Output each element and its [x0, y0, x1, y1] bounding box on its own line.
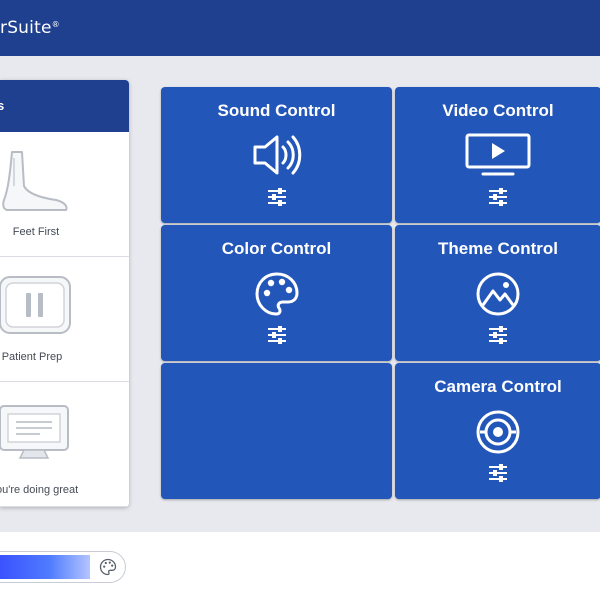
sidebar-item-label: Feet First	[12, 226, 60, 238]
settings-sliders-icon[interactable]	[267, 325, 287, 345]
sidebar-item-label: ou're doing great	[0, 484, 79, 496]
sidebar-title: s	[0, 98, 5, 113]
brand-logo: rSuite®	[0, 18, 60, 38]
sidebar-header: s	[0, 80, 129, 132]
brand-text: rSuite	[0, 18, 52, 38]
app-header: rSuite®	[0, 0, 600, 56]
brand-mark: ®	[51, 20, 60, 29]
tile-camera-control[interactable]: Camera Control	[395, 363, 600, 499]
tv-play-icon	[465, 133, 531, 176]
color-selector-bar[interactable]	[0, 551, 126, 583]
sidebar: s Feet First Patient Prep ou're doing gr…	[0, 80, 129, 507]
settings-sliders-icon[interactable]	[488, 463, 508, 483]
sidebar-item-feet-first[interactable]: Feet First	[0, 132, 129, 257]
tile-sound-control[interactable]: Sound Control	[161, 87, 392, 223]
tile-video-control[interactable]: Video Control	[395, 87, 600, 223]
tile-title: Camera Control	[434, 377, 562, 396]
sidebar-item-patient-prep[interactable]: Patient Prep	[0, 257, 129, 382]
tile-title: Sound Control	[217, 101, 336, 120]
camera-icon	[476, 410, 520, 454]
tile-title: Color Control	[221, 239, 332, 258]
landscape-icon	[476, 272, 520, 316]
sidebar-item-label: Patient Prep	[1, 351, 63, 363]
tile-title: Video Control	[442, 101, 554, 120]
color-gradient-swatch[interactable]	[0, 555, 90, 579]
pause-icon	[0, 276, 71, 334]
palette-icon[interactable]	[99, 558, 117, 576]
speaker-icon	[253, 135, 301, 175]
sidebar-item-feedback[interactable]: ou're doing great	[0, 382, 129, 507]
monitor-icon	[0, 405, 69, 459]
tile-theme-control[interactable]: Theme Control	[395, 225, 600, 361]
tile-empty[interactable]	[161, 363, 392, 499]
settings-sliders-icon[interactable]	[267, 187, 287, 207]
settings-sliders-icon[interactable]	[488, 325, 508, 345]
tile-title: Theme Control	[438, 239, 558, 258]
palette-icon	[255, 272, 298, 316]
foot-icon	[2, 151, 68, 211]
settings-sliders-icon[interactable]	[488, 187, 508, 207]
tile-color-control[interactable]: Color Control	[161, 225, 392, 361]
